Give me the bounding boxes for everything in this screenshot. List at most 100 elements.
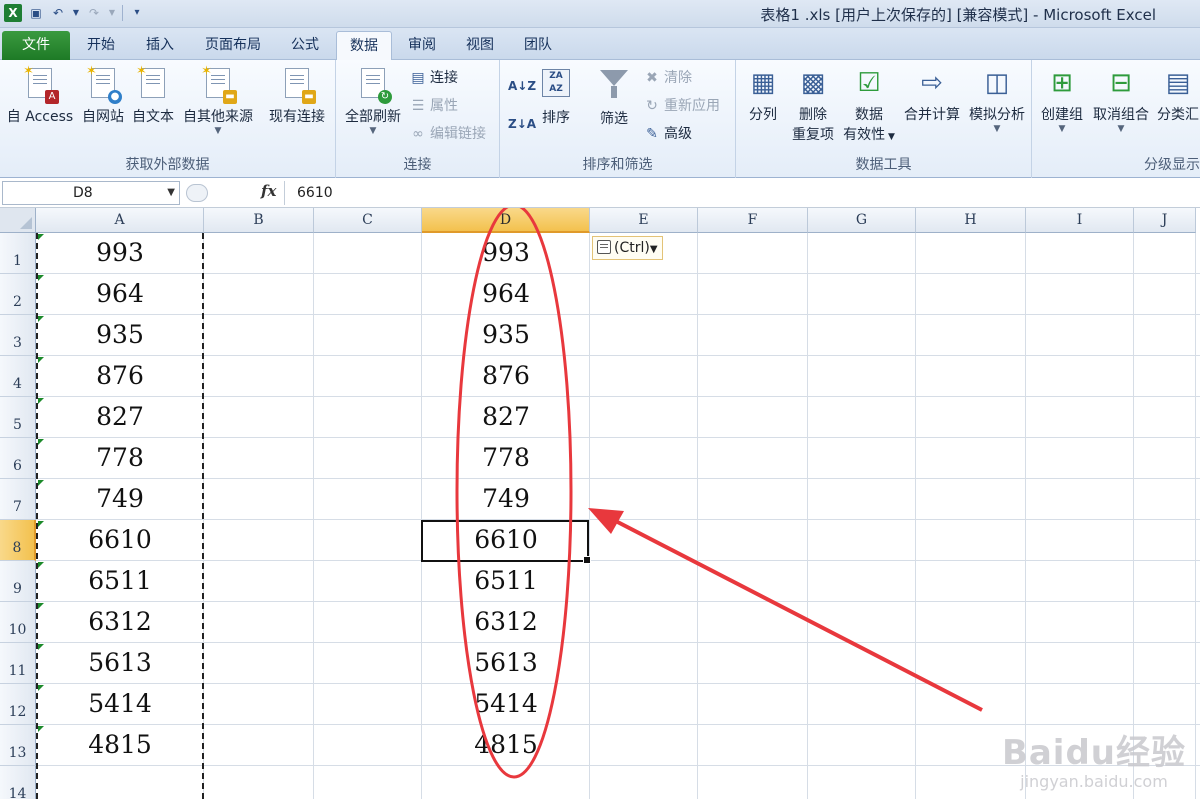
redo-icon[interactable]: ↷ [86,5,102,21]
cell-d7[interactable]: 749 [422,479,590,520]
from-text-button[interactable]: ✶ 自文本 [130,64,176,126]
tab-view[interactable]: 视图 [454,31,506,60]
cell-d10[interactable]: 6312 [422,602,590,643]
save-icon[interactable]: ▣ [28,5,44,21]
undo-dropdown-icon[interactable]: ▼ [72,5,80,21]
worksheet-grid[interactable]: ABCDEFGHIJ 1 2 3 4 5 6 7 8 9 10 11 12 13 14 993 964 935… [0,208,1200,799]
subtotal-icon: ▤ [1165,68,1191,98]
column-header-f[interactable]: F [698,208,808,233]
undo-icon[interactable]: ↶ [50,5,66,21]
column-header-c[interactable]: C [314,208,422,233]
row-header-13[interactable]: 13 [0,725,36,766]
insert-function-icon[interactable]: fx [261,182,276,200]
existing-connections-button[interactable]: ▬ 现有连接 [264,66,330,126]
row-header-7[interactable]: 7 [0,479,36,520]
link-icon: ∞ [412,126,424,142]
column-header-b[interactable]: B [204,208,314,233]
cell-d9[interactable]: 6511 [422,561,590,602]
column-header-j[interactable]: J [1134,208,1196,233]
tab-review[interactable]: 审阅 [398,31,446,60]
tab-insert[interactable]: 插入 [134,31,186,60]
column-header-g[interactable]: G [808,208,916,233]
row-header-8[interactable]: 8 [0,520,36,561]
sort-a-to-z-icon[interactable]: A↓Z [508,76,536,96]
row-header-2[interactable]: 2 [0,274,36,315]
cell-d6[interactable]: 778 [422,438,590,479]
row-header-11[interactable]: 11 [0,643,36,684]
group-button[interactable]: ⊞ 创建组 ▼ [1038,66,1086,134]
cell-d11[interactable]: 5613 [422,643,590,684]
filter-button[interactable]: 筛选 [592,66,636,128]
tab-formulas[interactable]: 公式 [280,31,330,60]
remove-duplicates-label-2: 重复项 [792,127,834,143]
tab-file[interactable]: 文件 [2,31,70,60]
row-header-4[interactable]: 4 [0,356,36,397]
data-validation-button[interactable]: ☑ 数据 有效性 ▼ [840,66,898,144]
cell-d1[interactable]: 993 [422,233,590,274]
column-header-e[interactable]: E [590,208,698,233]
filter-funnel-icon [599,70,629,104]
clear-filter-button[interactable]: ✖ 清除 [644,68,692,88]
column-header-h[interactable]: H [916,208,1026,233]
group-label-connections: 连接 [403,157,432,173]
active-cell-d8[interactable] [421,520,591,564]
tab-team[interactable]: 团队 [512,31,564,60]
row-header-6[interactable]: 6 [0,438,36,479]
edit-links-button[interactable]: ∞ 编辑链接 [410,124,486,144]
tab-page-layout[interactable]: 页面布局 [194,31,272,60]
column-gridline [1025,233,1026,799]
properties-icon: ☰ [411,98,425,114]
from-access-button[interactable]: ✶ A 自 Access [4,64,76,126]
cell-d5[interactable]: 827 [422,397,590,438]
cell-d13[interactable]: 4815 [422,725,590,766]
advanced-filter-button[interactable]: ✎ 高级 [644,124,692,144]
group-sort-filter: A↓Z Z↓A ZA AZ 排序 筛选 ✖ 清除 ↻ 重新应用 ✎ 高级 排序和筛选 [500,60,736,178]
tab-data[interactable]: 数据 [336,31,392,60]
remove-duplicates-button[interactable]: ▩ 删除 重复项 [788,66,838,144]
row-header-12[interactable]: 12 [0,684,36,725]
redo-dropdown-icon[interactable]: ▼ [108,5,116,21]
subtotal-button[interactable]: ▤ 分类汇 [1156,66,1200,124]
column-gridline [915,233,916,799]
column-header-d[interactable]: D [422,208,590,233]
connections-button[interactable]: ▤ 连接 [410,68,458,88]
name-box-dropdown-icon[interactable]: ▼ [167,182,175,204]
reapply-button[interactable]: ↻ 重新应用 [644,96,720,116]
row-header-1[interactable]: 1 [0,233,36,274]
data-validation-icon: ☑ [857,68,881,98]
annotation-arrow-head [588,508,624,534]
sort-button[interactable]: ZA AZ 排序 [536,66,576,127]
row-header-14[interactable]: 14 [0,766,36,799]
cell-d3[interactable]: 935 [422,315,590,356]
from-web-button[interactable]: ✶ ● 自网站 [78,64,128,126]
column-header-i[interactable]: I [1026,208,1134,233]
customize-qat-icon[interactable]: ▾ [129,5,145,21]
excel-logo-icon[interactable]: X [4,4,22,22]
cell-d2[interactable]: 964 [422,274,590,315]
formula-input[interactable]: 6610 [284,181,1198,205]
select-all-corner[interactable] [0,208,36,233]
column-header-a[interactable]: A [36,208,204,233]
row-header-3[interactable]: 3 [0,315,36,356]
what-if-analysis-button[interactable]: ◫ 模拟分析 ▼ [966,66,1028,134]
row-header-5[interactable]: 5 [0,397,36,438]
refresh-all-button[interactable]: ↻ 全部刷新 ▼ [342,66,404,136]
ungroup-label: 取消组合 [1093,107,1149,123]
name-box[interactable]: D8 ▼ [2,181,180,205]
sort-z-to-a-icon[interactable]: Z↓A [508,114,536,134]
web-icon: ✶ ● [86,64,122,104]
formula-bar-toggle-icon[interactable] [186,184,208,202]
ungroup-button[interactable]: ⊟ 取消组合 ▼ [1090,66,1152,134]
group-get-external-data: ✶ A 自 Access ✶ ● 自网站 ✶ 自文本 ✶ ▬ 自其他来源 ▼ ▬… [0,60,336,178]
paste-options-button[interactable]: (Ctrl)▼ [592,236,663,260]
row-header-9[interactable]: 9 [0,561,36,602]
properties-button[interactable]: ☰ 属性 [410,96,458,116]
cell-d4[interactable]: 876 [422,356,590,397]
text-to-columns-button[interactable]: ▦ 分列 [744,66,782,124]
from-other-sources-button[interactable]: ✶ ▬ 自其他来源 ▼ [180,64,256,136]
tab-home[interactable]: 开始 [76,31,126,60]
cell-d12[interactable]: 5414 [422,684,590,725]
consolidate-icon: ⇨ [921,68,943,98]
row-header-10[interactable]: 10 [0,602,36,643]
consolidate-button[interactable]: ⇨ 合并计算 [900,66,964,124]
